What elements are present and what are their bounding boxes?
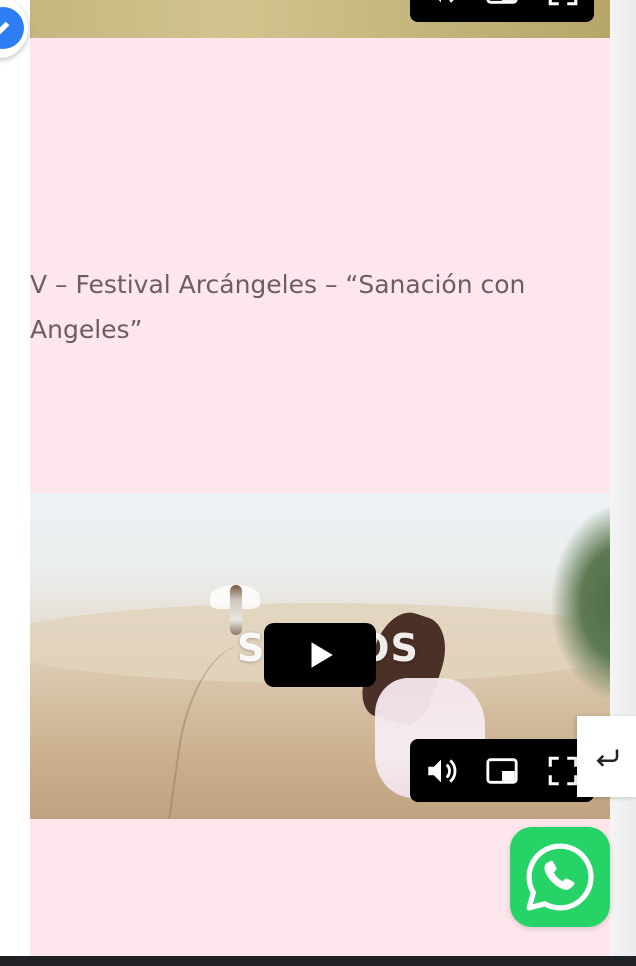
- video-controls-main: [410, 739, 594, 802]
- return-arrow-icon: [595, 749, 618, 767]
- video-player-main[interactable]: SUEÑOS: [30, 493, 610, 819]
- play-icon: [311, 642, 333, 668]
- whatsapp-icon: [526, 843, 594, 911]
- fullscreen-icon: [549, 756, 578, 785]
- volume-button[interactable]: [421, 751, 461, 791]
- video-thumbnail-tree: [550, 503, 610, 703]
- edit-button[interactable]: [0, 0, 28, 58]
- page-right-gutter: [610, 0, 636, 966]
- fullscreen-button[interactable]: [543, 0, 583, 11]
- back-button[interactable]: [577, 716, 636, 797]
- video-controls-top: [410, 0, 594, 22]
- volume-icon: [438, 0, 454, 3]
- volume-button[interactable]: [421, 0, 461, 11]
- video-player-top[interactable]: [30, 0, 610, 38]
- play-button[interactable]: [264, 623, 376, 687]
- whatsapp-chat-button[interactable]: [510, 827, 610, 927]
- section-title: V – Festival Arcángeles – “Sanación con …: [30, 270, 526, 344]
- edit-button-circle: [0, 7, 24, 49]
- volume-icon: [427, 758, 457, 783]
- pencil-icon: [0, 21, 10, 35]
- fullscreen-icon: [549, 0, 578, 6]
- picture-in-picture-button[interactable]: [482, 751, 522, 791]
- picture-in-picture-icon: [486, 0, 518, 4]
- picture-in-picture-icon: [486, 757, 518, 784]
- picture-in-picture-button[interactable]: [482, 0, 522, 11]
- bottom-bar: [0, 956, 636, 966]
